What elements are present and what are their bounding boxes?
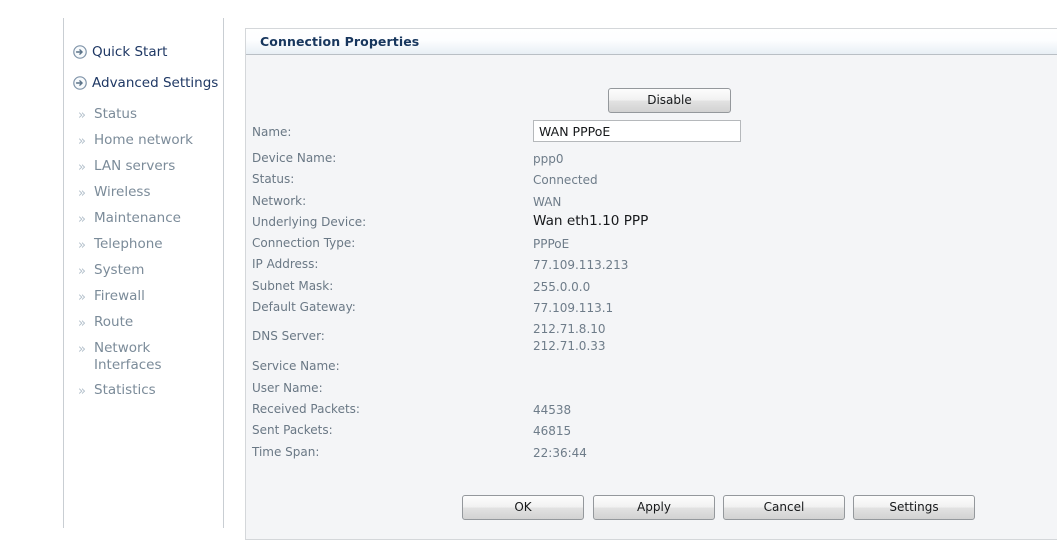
row-device-name: Device Name: ppp0 — [252, 151, 1012, 172]
sidebar-item-statistics[interactable]: » Statistics — [64, 382, 223, 400]
row-underlying-device: Underlying Device: Wan eth1.10 PPP — [252, 213, 1012, 236]
sidebar-item-wireless[interactable]: » Wireless — [64, 184, 223, 202]
ok-button[interactable]: OK — [462, 495, 584, 520]
row-label: DNS Server: — [252, 329, 325, 344]
circle-arrow-icon — [73, 45, 87, 59]
settings-button[interactable]: Settings — [853, 495, 975, 520]
sidebar-item-advanced-settings[interactable]: Advanced Settings — [64, 75, 223, 99]
sidebar-item-label: Firewall — [94, 288, 145, 304]
sidebar-right-divider — [223, 18, 224, 528]
row-label: IP Address: — [252, 257, 319, 272]
sidebar-item-label: Statistics — [94, 382, 156, 398]
row-name: Name: — [252, 120, 1012, 151]
double-chevron-icon: » — [78, 134, 86, 149]
row-connection-type: Connection Type: PPPoE — [252, 236, 1012, 257]
double-chevron-icon: » — [78, 186, 86, 201]
row-value: ppp0 — [533, 152, 564, 166]
double-chevron-icon: » — [78, 108, 86, 123]
status-value: Connected — [533, 173, 598, 188]
sidebar-item-label: Telephone — [94, 236, 163, 252]
row-value: 46815 — [533, 424, 572, 439]
row-time-span: Time Span: 22:36:44 — [252, 445, 1012, 466]
row-label: Connection Type: — [252, 236, 356, 251]
disable-button[interactable]: Disable — [608, 88, 731, 113]
sidebar-item-lan-servers[interactable]: » LAN servers — [64, 158, 223, 176]
cancel-button[interactable]: Cancel — [723, 495, 845, 520]
row-label: Subnet Mask: — [252, 278, 334, 293]
row-value: 22:36:44 — [533, 445, 587, 460]
row-label: Device Name: — [252, 151, 337, 165]
row-dns-server: DNS Server: 212.71.8.10 212.71.0.33 — [252, 321, 1012, 359]
name-input[interactable] — [533, 120, 741, 142]
sidebar-item-route[interactable]: » Route — [64, 314, 223, 332]
connection-properties-panel: Connection Properties Disable Name: Devi… — [245, 28, 1057, 540]
sidebar-item-quick-start[interactable]: Quick Start — [64, 44, 223, 68]
row-label: Underlying Device: — [252, 214, 367, 229]
sidebar-item-status[interactable]: » Status — [64, 106, 223, 124]
row-label: Name: — [252, 125, 292, 139]
row-label: Sent Packets: — [252, 423, 333, 438]
double-chevron-icon: » — [78, 342, 86, 357]
sidebar-item-maintenance[interactable]: » Maintenance — [64, 210, 223, 228]
sidebar-item-label: Quick Start — [92, 44, 168, 60]
row-label: Received Packets: — [252, 401, 360, 416]
row-label: Status: — [252, 172, 295, 187]
row-value: 77.109.113.213 — [533, 258, 629, 273]
row-value: WAN — [533, 194, 562, 209]
sidebar-item-system[interactable]: » System — [64, 262, 223, 280]
double-chevron-icon: » — [78, 290, 86, 305]
row-label: Network: — [252, 193, 307, 208]
row-label: User Name: — [252, 380, 323, 395]
row-value: 44538 — [533, 402, 572, 417]
sidebar-item-label: Maintenance — [94, 210, 181, 226]
sidebar-item-label: Advanced Settings — [92, 75, 219, 91]
sidebar-item-telephone[interactable]: » Telephone — [64, 236, 223, 254]
connection-properties-list: Name: Device Name: ppp0 Status: Connecte… — [252, 120, 1012, 466]
row-network: Network: WAN — [252, 194, 1012, 215]
double-chevron-icon: » — [78, 384, 86, 399]
row-label: Time Span: — [252, 444, 320, 459]
router-admin-page: Quick Start Advanced Settings » Status »… — [0, 0, 1057, 540]
panel-header: Connection Properties — [246, 29, 1057, 55]
row-label: Default Gateway: — [252, 300, 356, 315]
row-value: PPPoE — [533, 237, 570, 252]
row-ip-address: IP Address: 77.109.113.213 — [252, 257, 1012, 278]
sidebar: Quick Start Advanced Settings » Status »… — [0, 0, 224, 540]
page-title: Connection Properties — [260, 34, 420, 49]
apply-button[interactable]: Apply — [593, 495, 715, 520]
panel-body: Disable Name: Device Name: ppp0 Status: … — [246, 55, 1057, 539]
double-chevron-icon: » — [78, 160, 86, 175]
sidebar-item-label: LAN servers — [94, 158, 176, 174]
sidebar-item-label: Route — [94, 314, 134, 330]
double-chevron-icon: » — [78, 238, 86, 253]
sidebar-item-firewall[interactable]: » Firewall — [64, 288, 223, 306]
row-default-gateway: Default Gateway: 77.109.113.1 — [252, 300, 1012, 321]
form-actions: OK Apply Cancel Settings — [462, 495, 1002, 521]
sidebar-item-network-interfaces[interactable]: » Network Interfaces — [64, 340, 223, 374]
underlying-device-value[interactable]: Wan eth1.10 PPP — [533, 213, 648, 230]
row-received-packets: Received Packets: 44538 — [252, 402, 1012, 423]
row-subnet-mask: Subnet Mask: 255.0.0.0 — [252, 279, 1012, 300]
row-user-name: User Name: — [252, 381, 1012, 402]
circle-arrow-icon — [73, 76, 87, 90]
row-value: 255.0.0.0 — [533, 279, 591, 294]
sidebar-item-label: Status — [94, 106, 138, 122]
double-chevron-icon: » — [78, 212, 86, 227]
sidebar-item-home-network[interactable]: » Home network — [64, 132, 223, 150]
double-chevron-icon: » — [78, 264, 86, 279]
sidebar-item-label: Network Interfaces — [94, 340, 162, 373]
double-chevron-icon: » — [78, 316, 86, 331]
row-value: 77.109.113.1 — [533, 301, 614, 316]
sidebar-nav: Quick Start Advanced Settings » Status »… — [64, 44, 223, 408]
row-status: Status: Connected — [252, 172, 1012, 193]
row-label: Service Name: — [252, 359, 340, 374]
sidebar-item-label: Home network — [94, 132, 193, 148]
row-service-name: Service Name: — [252, 359, 1012, 380]
row-sent-packets: Sent Packets: 46815 — [252, 423, 1012, 444]
dns-server-value: 212.71.8.10 212.71.0.33 — [533, 322, 606, 353]
sidebar-item-label: Wireless — [94, 184, 151, 200]
sidebar-item-label: System — [94, 262, 145, 278]
